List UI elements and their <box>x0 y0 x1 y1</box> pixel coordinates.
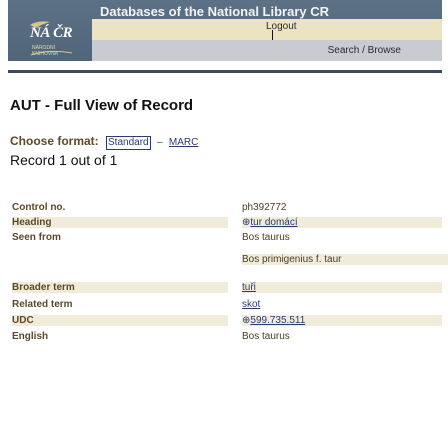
related-term-label: Related term <box>12 299 73 310</box>
search-browse-link[interactable]: Search / Browse <box>328 45 401 56</box>
control-no-value: ph392772 <box>242 202 287 213</box>
udc-row-value: ⊕599.735.511 <box>242 315 442 326</box>
udc-label: UDC <box>12 315 228 326</box>
format-chooser: Choose format: Standard – MARC <box>10 134 198 150</box>
heading-row-value: ⊕tur domácí <box>242 217 442 228</box>
english-label: English <box>12 331 49 342</box>
seen-from-label: Seen from <box>12 232 61 243</box>
heading-value-link[interactable]: tur domácí <box>250 217 297 228</box>
english-value: Bos taurus <box>242 331 290 342</box>
broader-term-link[interactable]: tuři <box>242 282 442 293</box>
seen-from-value-1: Bos taurus <box>242 232 290 243</box>
related-term-link[interactable]: skot <box>242 299 260 310</box>
page-title: AUT - Full View of Record <box>10 97 194 114</box>
format-standard-option[interactable]: Standard <box>106 136 151 150</box>
broader-term-label: Broader term <box>12 282 228 293</box>
site-title: Databases of the National Library CR <box>100 4 329 19</box>
logo-subtitle: NÁRODNÍ KNIHOVNA <box>32 45 59 57</box>
secondary-nav-bar: Search / Browse <box>92 40 442 61</box>
top-nav-bar: Logout <box>92 19 442 40</box>
logout-link[interactable]: Logout <box>266 21 297 32</box>
logo-text: NÁ ČR <box>30 25 73 41</box>
seen-from-value-2: Bos primigenius f. taur <box>242 254 448 265</box>
record-count: Record 1 out of 1 <box>10 152 118 168</box>
control-no-label: Control no. <box>12 202 66 213</box>
format-label: Choose format: <box>10 134 99 148</box>
format-marc-link[interactable]: MARC <box>169 137 198 148</box>
library-logo[interactable]: NÁ ČR NÁRODNÍ KNIHOVNA <box>28 19 75 59</box>
header-divider <box>8 70 442 73</box>
format-separator: – <box>156 137 163 148</box>
heading-label: Heading <box>12 217 228 228</box>
udc-value-link[interactable]: 599.735.511 <box>250 315 305 326</box>
